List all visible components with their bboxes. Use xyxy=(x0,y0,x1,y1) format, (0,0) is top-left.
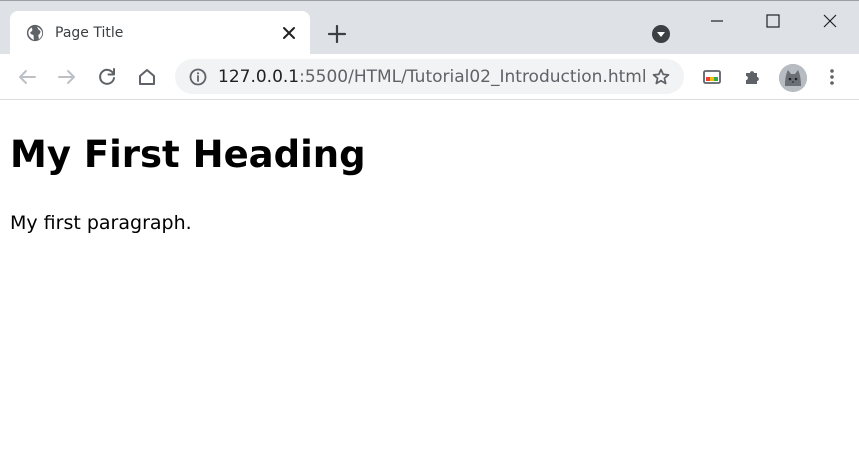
page-content: My First Heading My first paragraph. xyxy=(0,100,859,456)
tab-strip: Page Title xyxy=(0,0,859,55)
maximize-icon[interactable] xyxy=(753,7,793,35)
back-arrow-icon[interactable] xyxy=(16,66,38,88)
kebab-menu-icon[interactable] xyxy=(821,66,843,88)
reload-icon[interactable] xyxy=(96,66,118,88)
cast-icon[interactable] xyxy=(701,66,723,88)
info-icon[interactable] xyxy=(188,67,208,87)
active-tab[interactable]: Page Title xyxy=(10,11,310,55)
tab-search-icon[interactable] xyxy=(651,24,671,44)
close-icon[interactable] xyxy=(280,24,298,42)
address-bar[interactable]: 127.0.0.1:5500/HTML/Tutorial02_Introduct… xyxy=(175,59,684,94)
cat-avatar-icon xyxy=(779,64,807,92)
plus-icon[interactable] xyxy=(326,23,348,45)
forward-arrow-icon[interactable] xyxy=(56,66,78,88)
tab-title: Page Title xyxy=(55,25,124,41)
globe-icon xyxy=(26,24,44,42)
page-paragraph: My first paragraph. xyxy=(10,212,192,234)
avatar[interactable] xyxy=(779,64,807,92)
window-close-icon[interactable] xyxy=(810,7,850,35)
url-path: :5500/HTML/Tutorial02_Introduction.html xyxy=(299,67,647,87)
star-icon[interactable] xyxy=(651,67,671,87)
page-heading: My First Heading xyxy=(10,133,366,176)
minimize-icon[interactable] xyxy=(697,7,737,35)
puzzle-icon[interactable] xyxy=(741,66,763,88)
url-host: 127.0.0.1 xyxy=(218,67,300,87)
url-text: 127.0.0.1:5500/HTML/Tutorial02_Introduct… xyxy=(218,67,647,87)
toolbar: 127.0.0.1:5500/HTML/Tutorial02_Introduct… xyxy=(0,54,859,100)
home-icon[interactable] xyxy=(136,66,158,88)
